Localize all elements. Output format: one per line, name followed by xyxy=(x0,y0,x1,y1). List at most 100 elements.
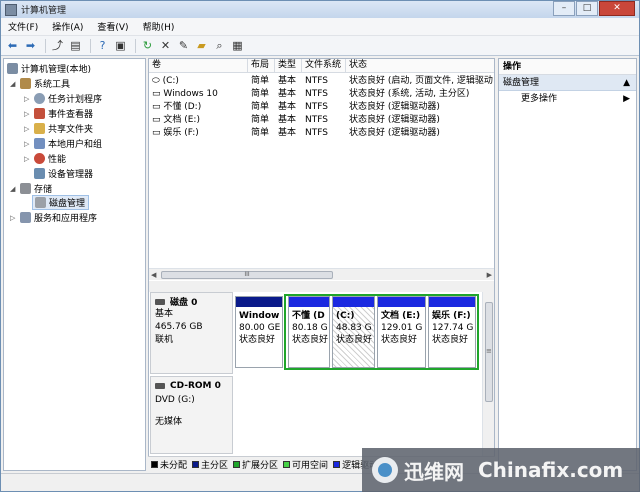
partition-c[interactable]: (C:) 48.83 G 状态良好 xyxy=(332,296,375,368)
toolbar-separator xyxy=(45,38,46,53)
volume-name: 娱乐 (F:) xyxy=(163,128,199,138)
refresh-icon[interactable]: ↻ xyxy=(140,38,155,53)
status-cell: 状态良好 (系统, 活动, 主分区) xyxy=(349,89,470,99)
services-icon xyxy=(20,212,31,223)
layout-cell: 简单 xyxy=(251,102,270,112)
expand-arrow-icon[interactable]: ▷ xyxy=(24,155,32,163)
tree-item-services-apps[interactable]: ▷ 服务和应用程序 xyxy=(10,210,97,225)
partition-text: 文档 (E:) 129.01 G 状态良好 xyxy=(378,307,425,346)
properties-icon[interactable]: ▣ xyxy=(113,38,128,53)
export-icon[interactable]: ▦ xyxy=(230,38,245,53)
scroll-right-icon[interactable]: ▶ xyxy=(487,271,492,279)
column-header-layout[interactable]: 布局 xyxy=(248,59,275,72)
collapse-arrow-icon[interactable]: ◢ xyxy=(10,185,18,193)
toolbar: ⬅ ➡ ⤴ ▤ ? ▣ ↻ ✕ ✎ ▰ ⌕ ▦ xyxy=(1,36,639,56)
horizontal-scrollbar[interactable]: ◀ III ▶ xyxy=(149,268,494,280)
column-header-volume[interactable]: 卷 xyxy=(149,59,248,72)
navigation-tree: 计算机管理(本地) ◢ 系统工具 ▷ 任务计划程序 ▷ 事件查看器 ▷ 共享文件… xyxy=(3,58,146,471)
up-folder-icon[interactable]: ⤴ xyxy=(50,38,65,53)
type-cell: 基本 xyxy=(278,76,297,86)
users-icon xyxy=(34,138,45,149)
partition-e[interactable]: 文档 (E:) 129.01 G 状态良好 xyxy=(377,296,426,368)
menu-help[interactable]: 帮助(H) xyxy=(136,20,182,33)
partition-text: 不懂 (D 80.18 G 状态良好 xyxy=(289,307,329,346)
search-icon[interactable]: ⌕ xyxy=(212,38,227,53)
maximize-button[interactable]: □ xyxy=(576,1,598,16)
table-row[interactable]: ⬭ (C:) 简单 基本 NTFS 状态良好 (启动, 页面文件, 逻辑驱动 xyxy=(149,75,494,88)
computer-management-window: 计算机管理 – □ ✕ 文件(F) 操作(A) 查看(V) 帮助(H) ⬅ ➡ … xyxy=(0,0,640,492)
partition-size: 80.18 G xyxy=(292,323,328,333)
legend-label: 扩展分区 xyxy=(242,460,279,471)
expand-arrow-icon[interactable]: ▷ xyxy=(24,140,32,148)
actions-section-disk-management[interactable]: 磁盘管理 ▲ xyxy=(499,75,636,91)
filesystem-cell: NTFS xyxy=(305,128,328,138)
type-cell: 基本 xyxy=(278,115,297,125)
legend-label: 主分区 xyxy=(201,460,229,471)
forward-icon[interactable]: ➡ xyxy=(23,38,38,53)
legend-swatch xyxy=(233,460,241,468)
tree-item-storage[interactable]: ◢ 存储 xyxy=(10,181,52,196)
table-row[interactable]: ▭ Windows 10 简单 基本 NTFS 状态良好 (系统, 活动, 主分… xyxy=(149,88,494,101)
expand-arrow-icon[interactable]: ▷ xyxy=(24,110,32,118)
partition-windows[interactable]: Window 80.00 GE 状态良好 xyxy=(235,296,283,368)
column-header-filesystem[interactable]: 文件系统 xyxy=(302,59,346,72)
delete-icon[interactable]: ✕ xyxy=(158,38,173,53)
cdrom-media: 无媒体 xyxy=(155,417,183,427)
disk-0-info[interactable]: 磁盘 0 基本 465.76 GB 联机 xyxy=(150,292,233,374)
column-header-status[interactable]: 状态 xyxy=(346,59,494,72)
tree-item-task-scheduler[interactable]: ▷ 任务计划程序 xyxy=(24,91,102,106)
performance-icon xyxy=(34,153,45,164)
event-log-icon xyxy=(34,108,45,119)
partition-name: 不懂 (D xyxy=(292,311,325,321)
open-folder-icon[interactable]: ▰ xyxy=(194,38,209,53)
show-hide-tree-icon[interactable]: ▤ xyxy=(68,38,83,53)
collapse-arrow-icon[interactable]: ◢ xyxy=(10,80,18,88)
disk-map: 磁盘 0 基本 465.76 GB 联机 Window 80.00 GE 状态良… xyxy=(149,292,482,470)
scrollbar-thumb[interactable]: III xyxy=(161,271,333,279)
cdrom-0-info[interactable]: CD-ROM 0 DVD (G:) 无媒体 xyxy=(150,376,233,454)
back-icon[interactable]: ⬅ xyxy=(5,38,20,53)
column-header-type[interactable]: 类型 xyxy=(275,59,302,72)
chinafix-logo-icon xyxy=(372,457,398,483)
menu-action[interactable]: 操作(A) xyxy=(45,20,90,33)
collapse-arrow-icon[interactable]: ▲ xyxy=(623,75,630,90)
pane-splitter[interactable] xyxy=(149,281,494,292)
clock-icon xyxy=(34,93,45,104)
tree-item-local-users[interactable]: ▷ 本地用户和组 xyxy=(24,136,102,151)
device-manager-icon xyxy=(34,168,45,179)
legend-label: 可用空间 xyxy=(292,460,329,471)
tree-item-performance[interactable]: ▷ 性能 xyxy=(24,151,66,166)
volume-name-cell: ▭ 不懂 (D:) xyxy=(152,102,202,112)
expand-arrow-icon[interactable]: ▷ xyxy=(24,125,32,133)
partition-name: (C:) xyxy=(336,311,355,321)
tree-item-shared-folders[interactable]: ▷ 共享文件夹 xyxy=(24,121,93,136)
scrollbar-thumb[interactable]: ≡ xyxy=(485,302,493,402)
tree-item-system-tools[interactable]: ◢ 系统工具 xyxy=(10,76,70,91)
disk-state: 联机 xyxy=(155,335,174,345)
tree-item-disk-management[interactable]: 磁盘管理 xyxy=(32,195,90,210)
tree-item-event-viewer[interactable]: ▷ 事件查看器 xyxy=(24,106,93,121)
new-icon[interactable]: ✎ xyxy=(176,38,191,53)
menu-view[interactable]: 查看(V) xyxy=(90,20,135,33)
volume-name: (C:) xyxy=(162,76,179,86)
partition-d[interactable]: 不懂 (D 80.18 G 状态良好 xyxy=(288,296,330,368)
expand-arrow-icon[interactable]: ▷ xyxy=(24,95,32,103)
table-row[interactable]: ▭ 娱乐 (F:) 简单 基本 NTFS 状态良好 (逻辑驱动器) xyxy=(149,127,494,140)
help-icon[interactable]: ? xyxy=(95,38,110,53)
menu-file[interactable]: 文件(F) xyxy=(1,20,45,33)
minimize-button[interactable]: – xyxy=(553,1,575,16)
expand-arrow-icon[interactable]: ▷ xyxy=(10,214,18,222)
table-row[interactable]: ▭ 文档 (E:) 简单 基本 NTFS 状态良好 (逻辑驱动器) xyxy=(149,114,494,127)
partition-f[interactable]: 娱乐 (F:) 127.74 G 状态良好 xyxy=(428,296,476,368)
more-actions-item[interactable]: 更多操作 ▶ xyxy=(499,91,636,107)
scroll-left-icon[interactable]: ◀ xyxy=(151,271,156,279)
table-row[interactable]: ▭ 不懂 (D:) 简单 基本 NTFS 状态良好 (逻辑驱动器) xyxy=(149,101,494,114)
vertical-scrollbar[interactable]: ≡ xyxy=(482,292,494,470)
volume-name-cell: ▭ 娱乐 (F:) xyxy=(152,128,199,138)
primary-partition-bar xyxy=(236,297,282,307)
cdrom-drive: DVD (G:) xyxy=(155,395,195,405)
tree-item-device-manager[interactable]: 设备管理器 xyxy=(34,166,93,181)
close-button[interactable]: ✕ xyxy=(599,1,635,16)
logical-drive-bar xyxy=(289,297,329,307)
tree-root[interactable]: 计算机管理(本地) xyxy=(7,61,91,76)
